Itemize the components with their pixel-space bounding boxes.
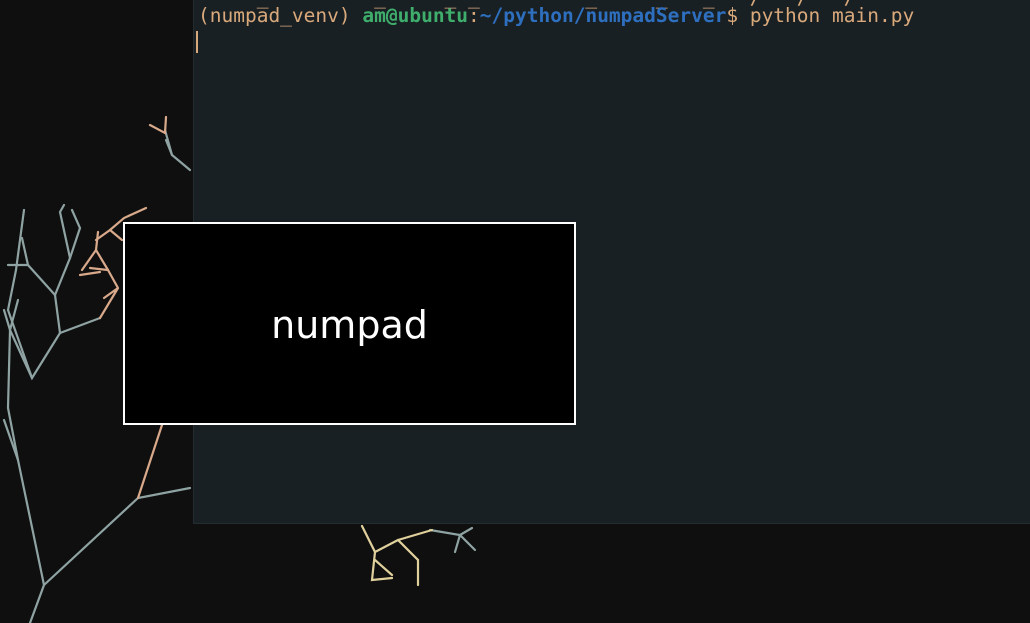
terminal-prompt-line: (numpad_venv) am@ubuntu:~/python/numpadS…	[198, 4, 914, 28]
numpad-label: numpad	[271, 302, 428, 347]
working-directory: ~/python/numpadServer	[479, 4, 727, 27]
command-text: python main.py	[749, 4, 915, 27]
numpad-window[interactable]: numpad	[123, 222, 576, 425]
user-host: am@ubuntu	[362, 4, 469, 27]
prompt-colon: :	[468, 4, 480, 27]
prompt-symbol: $	[726, 4, 750, 27]
desktop-background: _ _ _ _ _ _ _ / / / (numpad_venv) am@ubu…	[0, 0, 1030, 623]
text-cursor	[196, 31, 198, 53]
venv-label: (numpad_venv)	[198, 4, 363, 27]
